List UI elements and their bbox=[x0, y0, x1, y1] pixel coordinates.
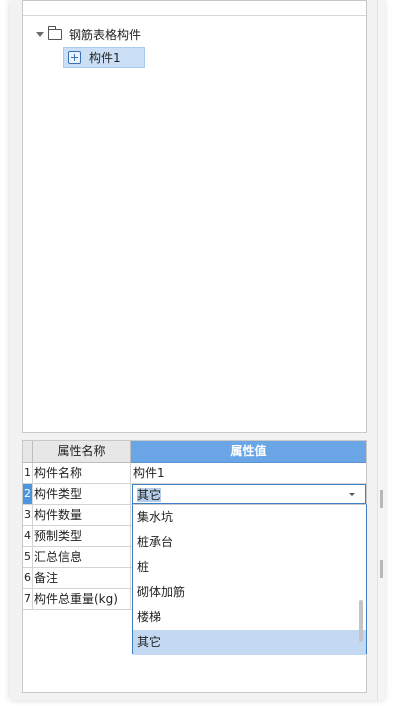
strip-marker bbox=[380, 490, 383, 508]
dropdown-scrollbar[interactable] bbox=[359, 600, 363, 642]
dropdown-arrow-icon[interactable] bbox=[349, 493, 355, 496]
tree-node-component-label: 构件1 bbox=[89, 51, 121, 65]
combobox-value: 其它 bbox=[137, 486, 162, 503]
property-name: 汇总信息 bbox=[33, 547, 131, 568]
header-row-number bbox=[23, 441, 33, 463]
row-number: 4 bbox=[23, 526, 33, 547]
dropdown-option[interactable]: 楼梯 bbox=[133, 605, 366, 630]
row-number: 7 bbox=[23, 589, 33, 610]
row-number: 5 bbox=[23, 547, 33, 568]
properties-panel: 属性名称 属性值 1 构件名称 构件1 2 构件类型 3 构件数量 4 预制类型… bbox=[22, 440, 367, 693]
component-type-combobox[interactable]: 其它 bbox=[132, 484, 366, 504]
header-property-value: 属性值 bbox=[131, 441, 366, 463]
component-tree-panel: 钢筋表格构件 构件1 bbox=[22, 0, 367, 433]
property-name: 构件总重量(kg) bbox=[33, 589, 131, 610]
row-number: 6 bbox=[23, 568, 33, 589]
strip-marker bbox=[380, 560, 383, 578]
tree-node-component[interactable]: 构件1 bbox=[63, 47, 145, 68]
right-scroll-strip bbox=[377, 0, 385, 700]
property-name: 构件类型 bbox=[33, 484, 131, 505]
property-name: 预制类型 bbox=[33, 526, 131, 547]
combobox-selected-text: 其它 bbox=[137, 487, 162, 502]
expand-arrow-icon[interactable] bbox=[36, 31, 44, 37]
property-value[interactable]: 构件1 bbox=[131, 463, 366, 484]
dropdown-option-selected[interactable]: 其它 bbox=[133, 630, 366, 655]
dropdown-option[interactable]: 桩承台 bbox=[133, 530, 366, 555]
folder-icon bbox=[48, 26, 62, 40]
tree-node-root-label: 钢筋表格构件 bbox=[69, 27, 142, 42]
property-name: 备注 bbox=[33, 568, 131, 589]
component-icon bbox=[68, 51, 81, 64]
row-number-active: 2 bbox=[23, 484, 33, 505]
component-type-dropdown-list: 集水坑 桩承台 桩 砌体加筋 楼梯 其它 bbox=[132, 504, 367, 655]
header-property-name: 属性名称 bbox=[33, 441, 131, 463]
row-number: 1 bbox=[23, 463, 33, 484]
dropdown-option[interactable]: 砌体加筋 bbox=[133, 580, 366, 605]
table-row[interactable]: 1 构件名称 构件1 bbox=[23, 463, 366, 484]
tree-top-divider bbox=[23, 15, 366, 16]
row-number: 3 bbox=[23, 505, 33, 526]
property-name: 构件数量 bbox=[33, 505, 131, 526]
dropdown-option[interactable]: 集水坑 bbox=[133, 505, 366, 530]
property-name: 构件名称 bbox=[33, 463, 131, 484]
dropdown-option[interactable]: 桩 bbox=[133, 555, 366, 580]
tree-node-root[interactable]: 钢筋表格构件 bbox=[36, 24, 141, 44]
grid-header: 属性名称 属性值 bbox=[23, 441, 366, 463]
